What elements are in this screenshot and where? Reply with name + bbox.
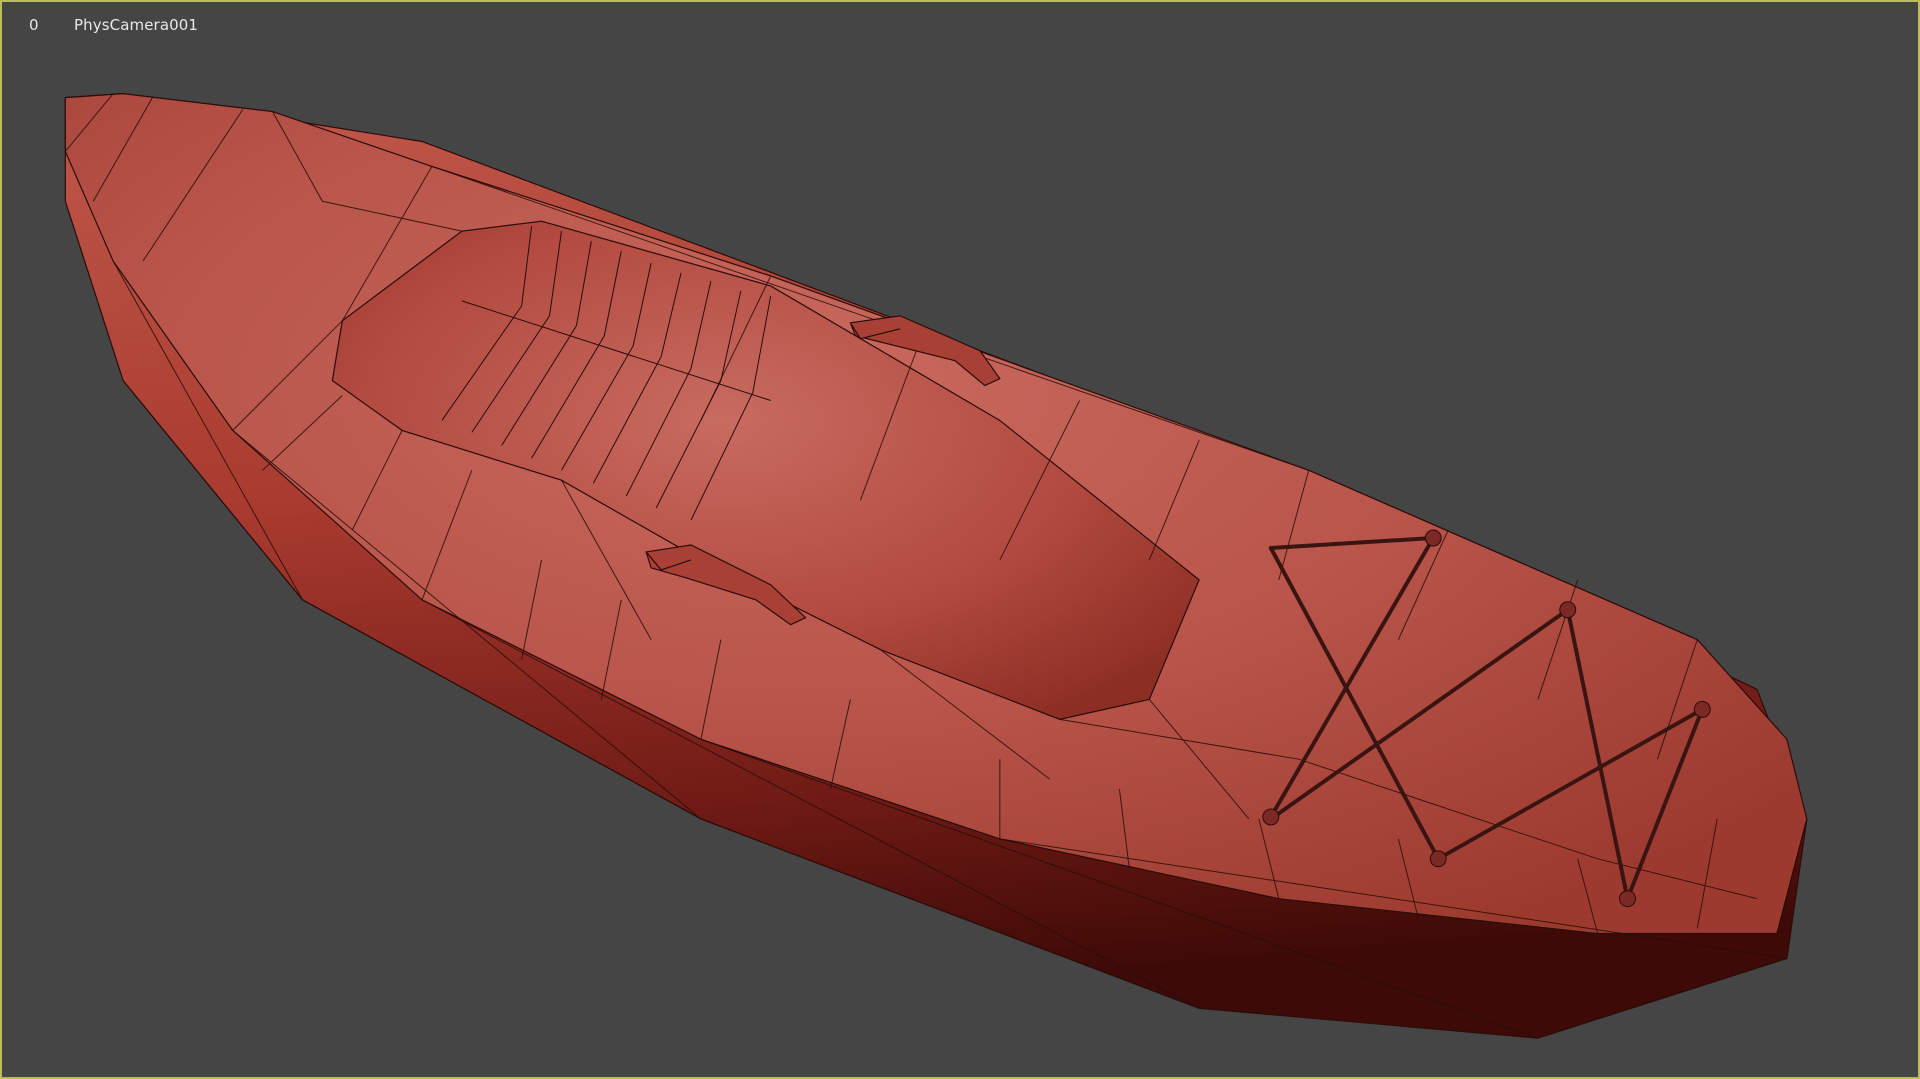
- active-viewport[interactable]: 0 PhysCamera001: [0, 0, 1920, 1079]
- kayak-model[interactable]: [2, 2, 1918, 1077]
